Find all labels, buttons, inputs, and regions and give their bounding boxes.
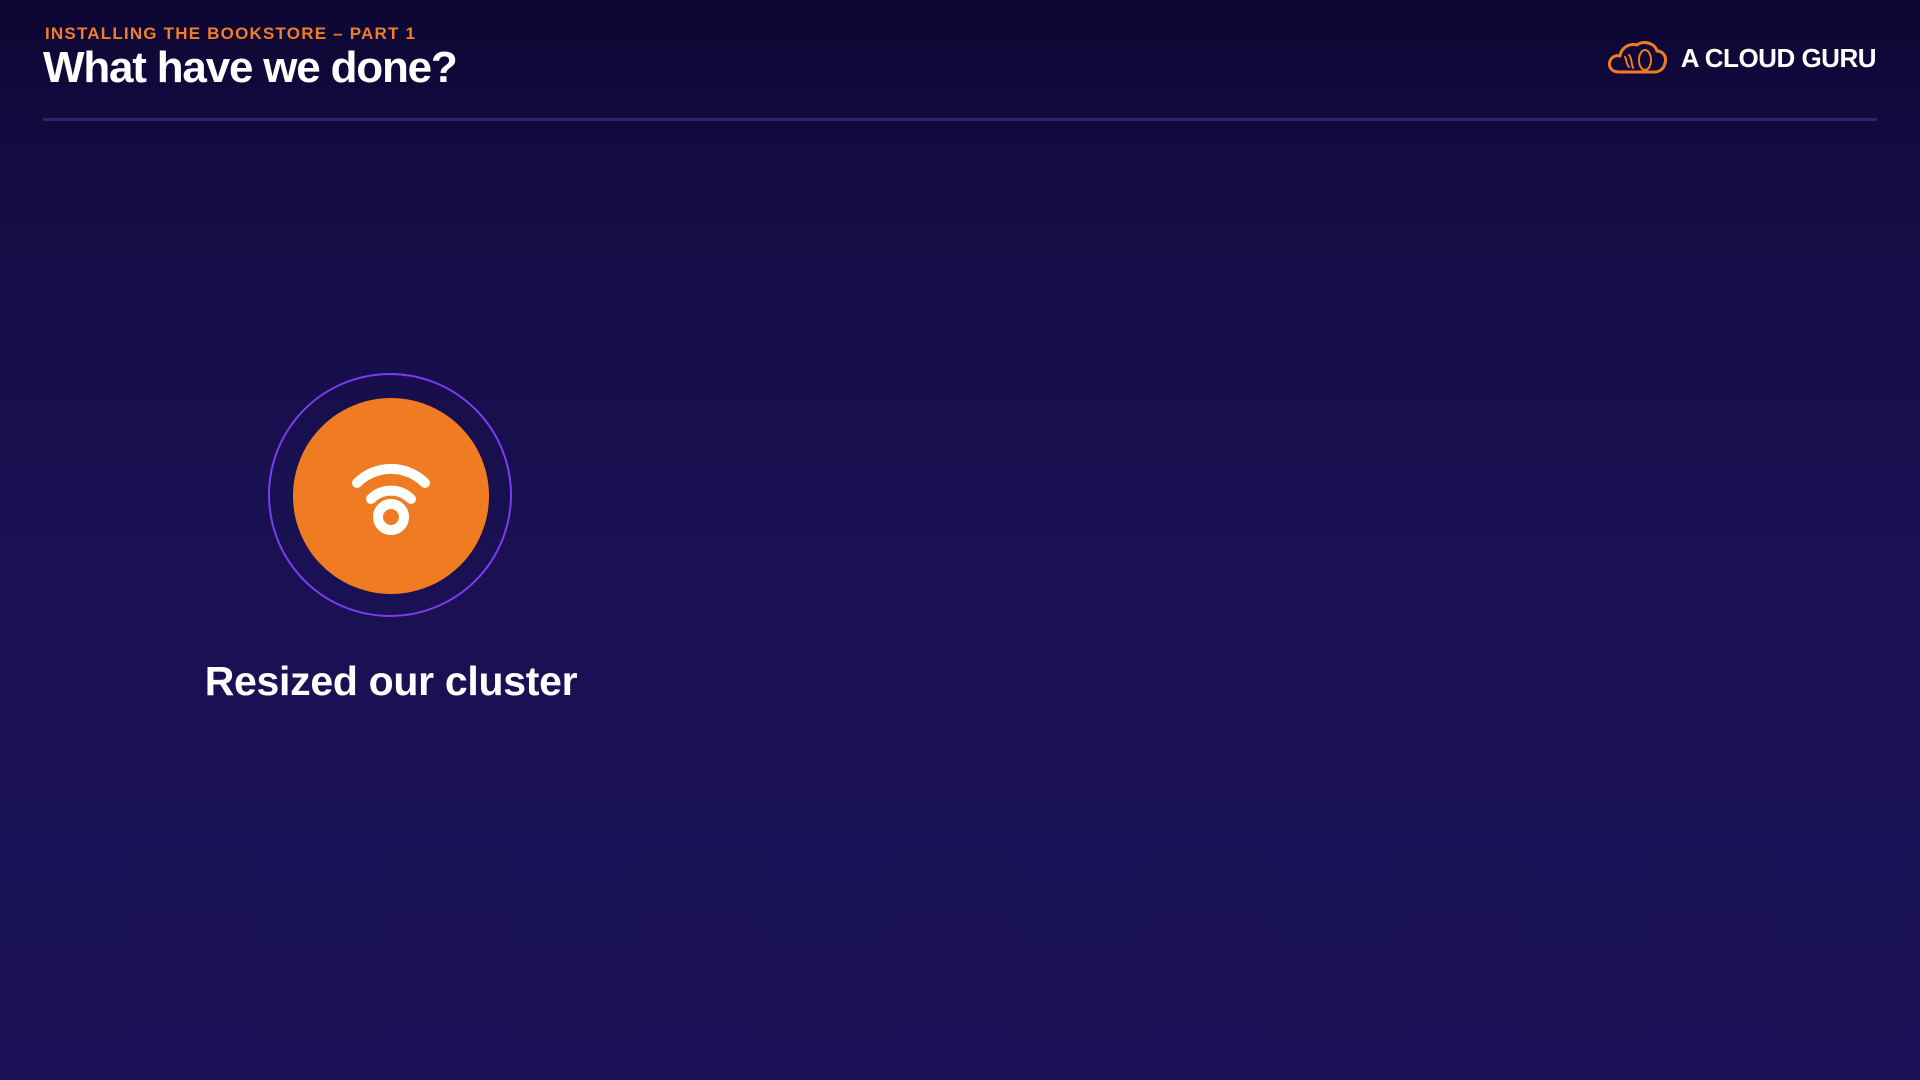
cloud-guru-logo-icon — [1607, 41, 1667, 74]
slide: INSTALLING THE BOOKSTORE – PART 1 What h… — [0, 0, 1920, 1080]
brand: A CLOUD GURU — [1605, 36, 1877, 80]
brand-name: A CLOUD GURU — [1680, 42, 1877, 73]
icon-disc — [293, 398, 489, 594]
wifi-icon — [352, 463, 430, 535]
header-divider — [43, 118, 1877, 121]
page-title: What have we done? — [43, 43, 458, 92]
summary-item-label: Resized our cluster — [204, 658, 578, 704]
